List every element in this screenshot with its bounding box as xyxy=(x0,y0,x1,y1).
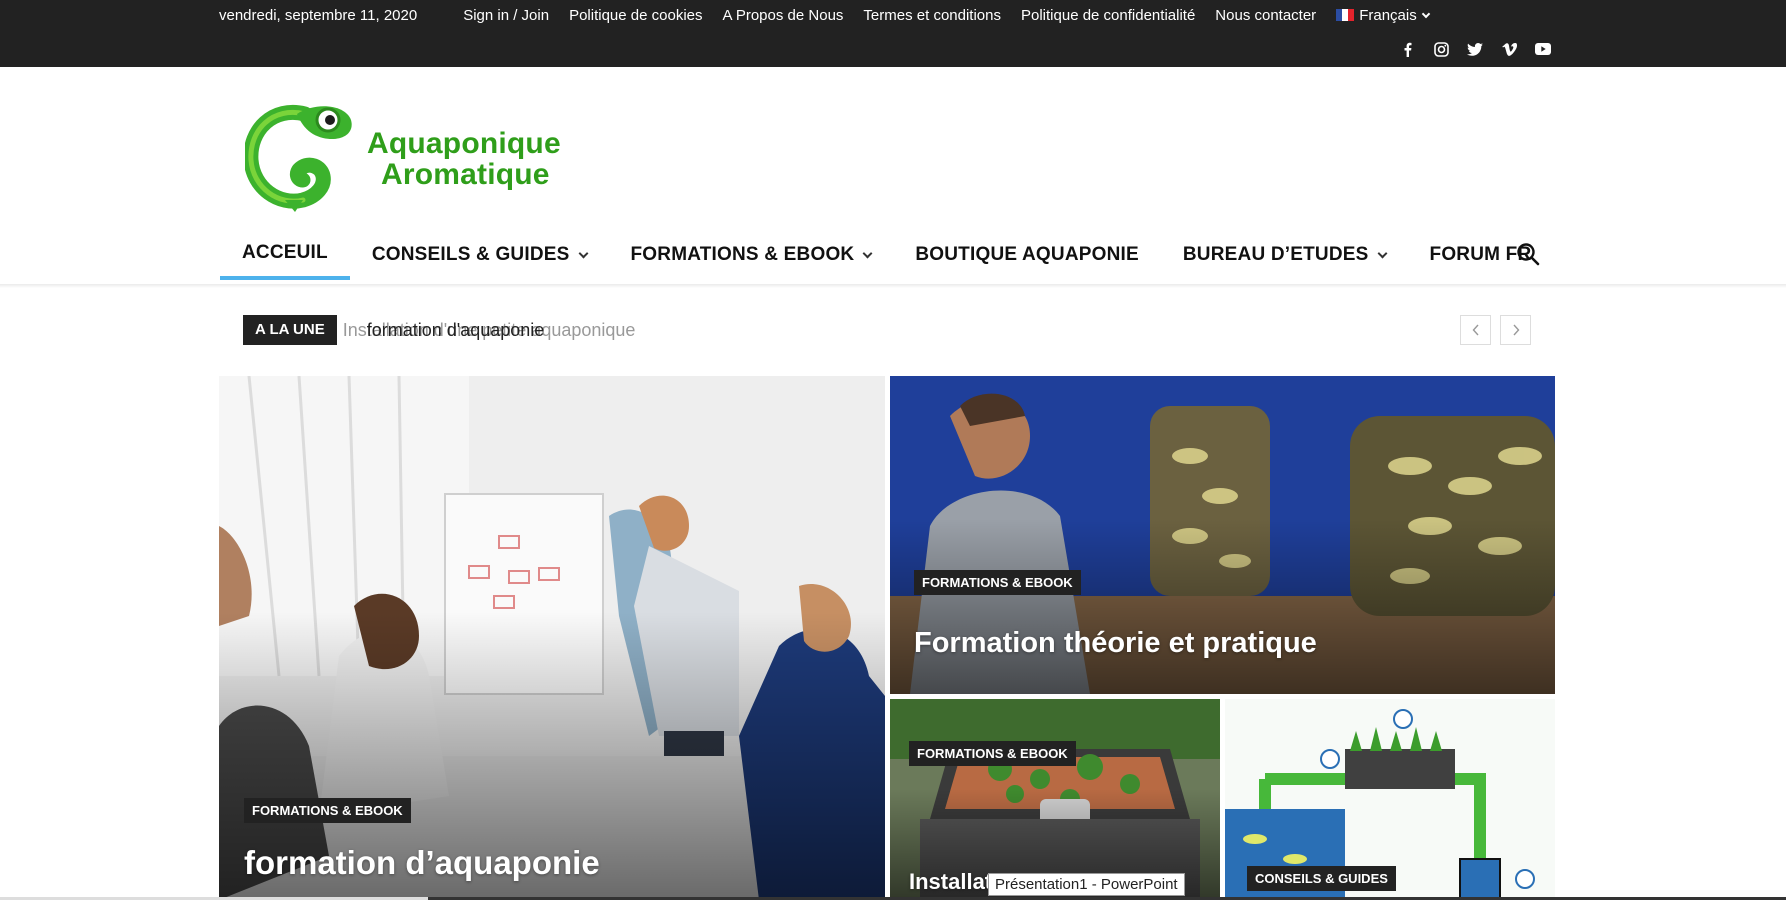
sign-in-link[interactable]: Sign in / Join xyxy=(463,7,549,24)
ticker-prev-button[interactable] xyxy=(1460,315,1491,345)
about-link[interactable]: A Propos de Nous xyxy=(723,7,844,24)
site-logo[interactable]: Aquaponique Aromatique xyxy=(243,100,595,215)
nav-item-conseils-guides[interactable]: CONSEILS & GUIDES xyxy=(350,230,609,280)
post-title[interactable]: Formation théorie et pratique xyxy=(914,627,1317,660)
category-badge[interactable]: CONSEILS & GUIDES xyxy=(1247,866,1396,891)
ticker-next-button[interactable] xyxy=(1500,315,1531,345)
top-bar: vendredi, septembre 11, 2020 Sign in / J… xyxy=(0,0,1786,67)
nav-label: FORMATIONS & EBOOK xyxy=(630,244,855,265)
terms-link[interactable]: Termes et conditions xyxy=(863,7,1001,24)
ticker-headline[interactable]: Installation d'une petite aquaponique fo… xyxy=(343,320,636,341)
instagram-icon[interactable] xyxy=(1433,41,1449,57)
nav-item-formations-ebook[interactable]: FORMATIONS & EBOOK xyxy=(609,230,894,280)
chevron-down-icon xyxy=(578,248,588,258)
logo-line-2: Aromatique xyxy=(381,158,550,191)
social-icons xyxy=(1399,41,1551,57)
current-date: vendredi, septembre 11, 2020 xyxy=(219,6,418,24)
language-label: Français xyxy=(1359,6,1417,24)
ticker-arrows xyxy=(1460,315,1531,345)
category-badge[interactable]: FORMATIONS & EBOOK xyxy=(244,798,411,823)
logo-wordmark: Aquaponique Aromatique xyxy=(367,128,561,190)
search-icon[interactable] xyxy=(1516,242,1542,268)
featured-post-4[interactable]: CONSEILS & GUIDES xyxy=(1225,699,1555,900)
nav-label: BOUTIQUE AQUAPONIE xyxy=(915,244,1139,265)
logo-line-1: Aquaponique xyxy=(367,127,561,160)
post-title[interactable]: formation d’aquaponie xyxy=(244,844,600,882)
nav-label: CONSEILS & GUIDES xyxy=(371,244,570,265)
main-navigation: ACCEUIL CONSEILS & GUIDES FORMATIONS & E… xyxy=(220,230,1556,284)
chevron-down-icon xyxy=(1421,9,1430,18)
language-selector[interactable]: Français xyxy=(1336,6,1430,24)
nav-label: ACCEUIL xyxy=(242,242,328,263)
news-ticker: A LA UNE Installation d'une petite aquap… xyxy=(243,315,635,345)
ticker-headline-current: formation d'aquaponie xyxy=(366,319,545,340)
cookies-policy-link[interactable]: Politique de cookies xyxy=(569,7,702,24)
chevron-left-icon xyxy=(1472,324,1479,336)
featured-post-3[interactable]: FORMATIONS & EBOOK Installati xyxy=(890,699,1220,900)
french-flag-icon xyxy=(1336,8,1355,21)
contact-link[interactable]: Nous contacter xyxy=(1215,7,1316,24)
chevron-down-icon xyxy=(862,248,873,258)
featured-post-2[interactable]: FORMATIONS & EBOOK Formation théorie et … xyxy=(890,376,1555,694)
taskbar-tooltip: Présentation1 - PowerPoint xyxy=(988,873,1185,896)
featured-post-1[interactable]: FORMATIONS & EBOOK formation d’aquaponie xyxy=(219,376,885,900)
ticker-label: A LA UNE xyxy=(243,315,337,345)
chameleon-logo-icon xyxy=(243,105,352,212)
category-badge[interactable]: FORMATIONS & EBOOK xyxy=(909,741,1076,766)
facebook-icon[interactable] xyxy=(1399,41,1415,57)
chevron-right-icon xyxy=(1512,324,1519,336)
category-badge[interactable]: FORMATIONS & EBOOK xyxy=(914,570,1081,595)
vimeo-icon[interactable] xyxy=(1501,41,1517,57)
nav-item-bureau-etudes[interactable]: BUREAU D’ETUDES xyxy=(1161,230,1408,280)
privacy-policy-link[interactable]: Politique de confidentialité xyxy=(1021,7,1195,24)
nav-item-boutique[interactable]: BOUTIQUE AQUAPONIE xyxy=(893,230,1161,280)
twitter-icon[interactable] xyxy=(1467,41,1483,57)
top-links: vendredi, septembre 11, 2020 Sign in / J… xyxy=(219,6,1449,24)
header-divider xyxy=(0,284,1786,288)
post-title[interactable]: Installati xyxy=(909,869,998,895)
youtube-icon[interactable] xyxy=(1535,41,1551,57)
nav-item-accueil[interactable]: ACCEUIL xyxy=(220,230,350,280)
chevron-down-icon xyxy=(1377,248,1387,258)
nav-label: BUREAU D’ETUDES xyxy=(1182,244,1369,265)
